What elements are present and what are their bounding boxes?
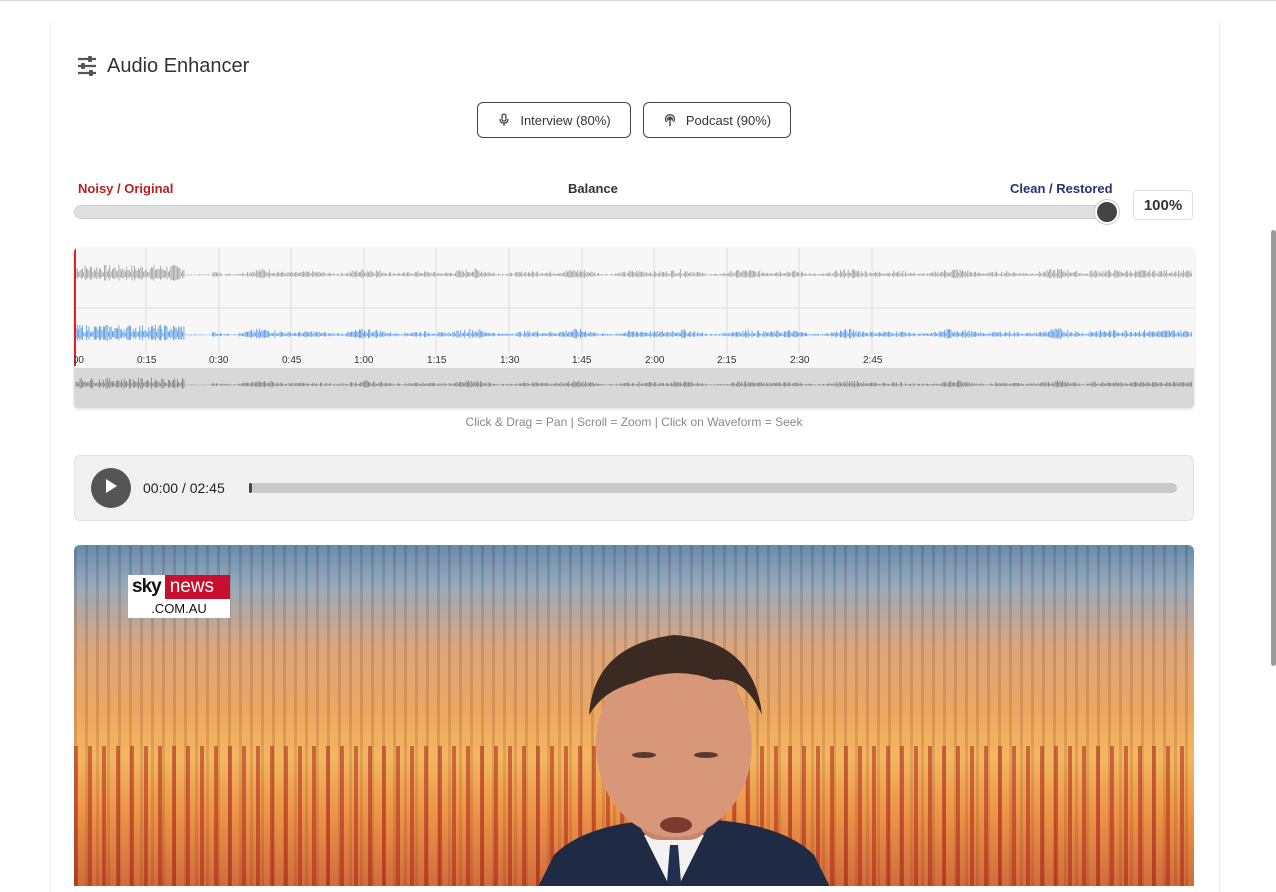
window-top-border <box>0 0 1276 1</box>
microphone-icon <box>497 113 511 127</box>
audio-player: 00:00 / 02:45 <box>74 455 1194 521</box>
sliders-icon <box>76 55 98 77</box>
time-tick-label: 2:00 <box>645 355 665 366</box>
balance-percent: 100% <box>1133 190 1193 220</box>
video-frame[interactable]: sky news .COM.AU <box>74 545 1194 886</box>
progress-bar[interactable] <box>249 483 1177 493</box>
original-waveform <box>75 264 1192 281</box>
time-tick-label: 0:30 <box>209 355 229 366</box>
time-tick-label: 2:45 <box>863 355 883 366</box>
app-header: Audio Enhancer <box>76 53 249 79</box>
time-tick-label: 0:15 <box>137 355 157 366</box>
play-button[interactable] <box>91 468 131 508</box>
balance-center-label: Balance <box>568 181 618 196</box>
play-icon <box>104 478 118 499</box>
sky-news-logo: sky news .COM.AU <box>128 575 230 618</box>
waveform-display[interactable] <box>74 248 1194 408</box>
time-tick-label: 1:15 <box>427 355 447 366</box>
logo-news-text: news <box>164 575 230 599</box>
enhanced-waveform <box>75 324 1192 341</box>
preset-podcast-button[interactable]: Podcast (90%) <box>643 102 791 138</box>
balance-left-label: Noisy / Original <box>78 181 174 196</box>
progress-fill <box>249 483 252 493</box>
page-scrollbar[interactable] <box>1271 230 1276 666</box>
time-tick-label: 2:15 <box>717 355 737 366</box>
balance-slider-track[interactable] <box>74 205 1118 219</box>
logo-sky-text: sky <box>128 575 165 599</box>
podcast-icon <box>663 113 677 127</box>
time-tick-label: 1:30 <box>500 355 520 366</box>
waveform-panel[interactable] <box>74 248 1194 408</box>
logo-domain-text: .COM.AU <box>128 599 230 618</box>
time-tick-label: 2:30 <box>790 355 810 366</box>
news-anchor-image <box>538 635 830 886</box>
overview-background <box>74 368 1194 408</box>
balance-slider-thumb[interactable] <box>1095 200 1119 224</box>
time-tick-label: 0:00 <box>74 355 84 366</box>
preset-interview-button[interactable]: Interview (80%) <box>477 102 631 138</box>
preset-interview-label: Interview (80%) <box>520 112 611 128</box>
balance-right-label: Clean / Restored <box>1010 181 1113 196</box>
app-title: Audio Enhancer <box>107 54 250 77</box>
preset-podcast-label: Podcast (90%) <box>685 112 772 128</box>
time-tick-label: 1:00 <box>354 355 374 366</box>
time-tick-label: 1:45 <box>572 355 592 366</box>
waveform-hint: Click & Drag = Pan | Scroll = Zoom | Cli… <box>465 415 803 429</box>
time-display: 00:00 / 02:45 <box>143 480 225 496</box>
time-tick-label: 0:45 <box>282 355 302 366</box>
